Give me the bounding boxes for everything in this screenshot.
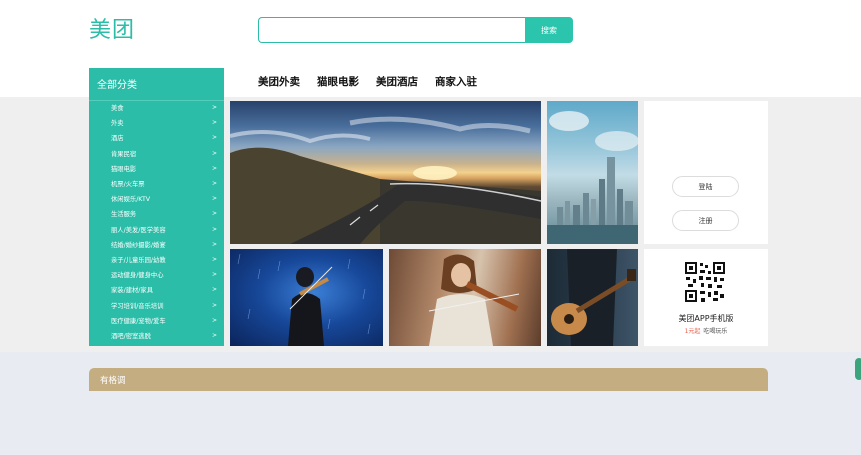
top-nav: 美团外卖 猫眼电影 美团酒店 商家入驻 (258, 74, 477, 89)
category-item[interactable]: 生活服务 > (89, 206, 224, 221)
qr-code-icon[interactable] (684, 261, 726, 303)
road-scene-icon (230, 116, 541, 244)
category-label: 外卖 (111, 120, 124, 128)
violinist-rain-image[interactable] (230, 249, 383, 346)
banner-road-image[interactable] (230, 101, 541, 244)
nav-link-hotel[interactable]: 美团酒店 (376, 74, 418, 89)
logo[interactable]: 美团 (89, 12, 135, 44)
search-input[interactable] (258, 17, 526, 43)
category-item[interactable]: 丽人/美发/医学美容 > (89, 222, 224, 237)
section-header-bar: 有格调 (89, 368, 768, 391)
guitar-player-image[interactable] (547, 249, 638, 346)
chevron-right-icon: > (211, 316, 217, 324)
category-item[interactable]: 酒吧/密室逃脱 > (89, 328, 224, 343)
category-label: 酒吧/密室逃脱 (111, 332, 151, 340)
category-item[interactable]: 外卖 > (89, 115, 224, 130)
chevron-right-icon: > (211, 149, 217, 157)
chevron-right-icon: > (211, 119, 217, 127)
category-list: 美食 > 外卖 > 酒店 > 肯果民宿 > 猫眼电影 > 机票/火车票 > 休闲娱乐/KTV… (89, 100, 224, 343)
category-item[interactable]: 医疗健康/宠物/爱车 > (89, 313, 224, 328)
chevron-right-icon: > (211, 271, 217, 279)
category-item[interactable]: 休闲娱乐/KTV > (89, 191, 224, 206)
category-label: 运动健身/健身中心 (111, 272, 164, 280)
login-panel: 登陆 注册 (644, 101, 768, 244)
category-label: 亲子/儿童乐园/幼教 (111, 256, 166, 264)
nav-link-maoyan[interactable]: 猫眼电影 (317, 74, 359, 89)
chevron-right-icon: > (211, 286, 217, 294)
app-subtitle: 1元起 吃喝玩乐 (644, 326, 768, 335)
category-label: 休闲娱乐/KTV (111, 196, 151, 204)
category-label: 肯果民宿 (111, 150, 137, 158)
chevron-right-icon: > (211, 331, 217, 339)
city-skyline-icon (547, 111, 638, 244)
app-download-panel: 美团APP手机版 1元起 吃喝玩乐 (644, 249, 768, 346)
category-label: 生活服务 (111, 211, 137, 219)
category-label: 医疗健康/宠物/爱车 (111, 317, 166, 325)
chevron-right-icon: > (211, 225, 217, 233)
app-subtitle-text: 吃喝玩乐 (703, 328, 728, 335)
chevron-right-icon: > (211, 195, 217, 203)
chevron-right-icon: > (211, 134, 217, 142)
nav-link-merchant[interactable]: 商家入驻 (435, 74, 477, 89)
chevron-right-icon: > (211, 255, 217, 263)
category-label: 丽人/美发/医学美容 (111, 226, 166, 234)
violin-player-image[interactable] (389, 249, 541, 346)
register-button[interactable]: 注册 (672, 210, 739, 231)
category-item[interactable]: 运动健身/健身中心 > (89, 267, 224, 282)
chevron-right-icon: > (211, 240, 217, 248)
category-item[interactable]: 猫眼电影 > (89, 161, 224, 176)
section-title: 有格调 (100, 376, 126, 386)
chevron-right-icon: > (211, 164, 217, 172)
category-item[interactable]: 家装/建材/家具 > (89, 282, 224, 297)
banner-city-image[interactable] (547, 101, 638, 244)
category-item[interactable]: 肯果民宿 > (89, 146, 224, 161)
search-button[interactable]: 搜索 (525, 17, 573, 43)
login-button[interactable]: 登陆 (672, 176, 739, 197)
app-title: 美团APP手机版 (678, 314, 734, 323)
category-item[interactable]: 酒店 > (89, 130, 224, 145)
category-label: 学习培训/音乐培训 (111, 302, 164, 310)
side-float-handle[interactable] (855, 358, 861, 380)
nav-link-waimai[interactable]: 美团外卖 (258, 74, 300, 89)
category-sidebar: 全部分类 美食 > 外卖 > 酒店 > 肯果民宿 > 猫眼电影 > 机票/火车票 > 休闲娱… (89, 68, 224, 346)
chevron-right-icon: > (211, 210, 217, 218)
category-label: 酒店 (111, 135, 124, 143)
app-price: 1元起 (684, 328, 701, 335)
sidebar-title: 全部分类 (97, 80, 137, 91)
chevron-right-icon: > (211, 180, 217, 188)
category-item[interactable]: 美食 > (89, 100, 224, 115)
category-label: 猫眼电影 (111, 165, 137, 173)
category-item[interactable]: 学习培训/音乐培训 > (89, 297, 224, 312)
category-item[interactable]: 结婚/婚纱摄影/婚宴 > (89, 237, 224, 252)
violinist-icon (237, 253, 371, 346)
category-item[interactable]: 亲子/儿童乐园/幼教 > (89, 252, 224, 267)
chevron-right-icon: > (211, 301, 217, 309)
category-label: 机票/火车票 (111, 181, 145, 189)
category-label: 美食 (111, 105, 124, 113)
category-label: 结婚/婚纱摄影/婚宴 (111, 241, 166, 249)
guitar-icon (551, 249, 636, 346)
violin-player-icon (428, 254, 520, 346)
category-item[interactable]: 机票/火车票 > (89, 176, 224, 191)
category-label: 家装/建材/家具 (111, 287, 154, 295)
chevron-right-icon: > (211, 104, 217, 112)
